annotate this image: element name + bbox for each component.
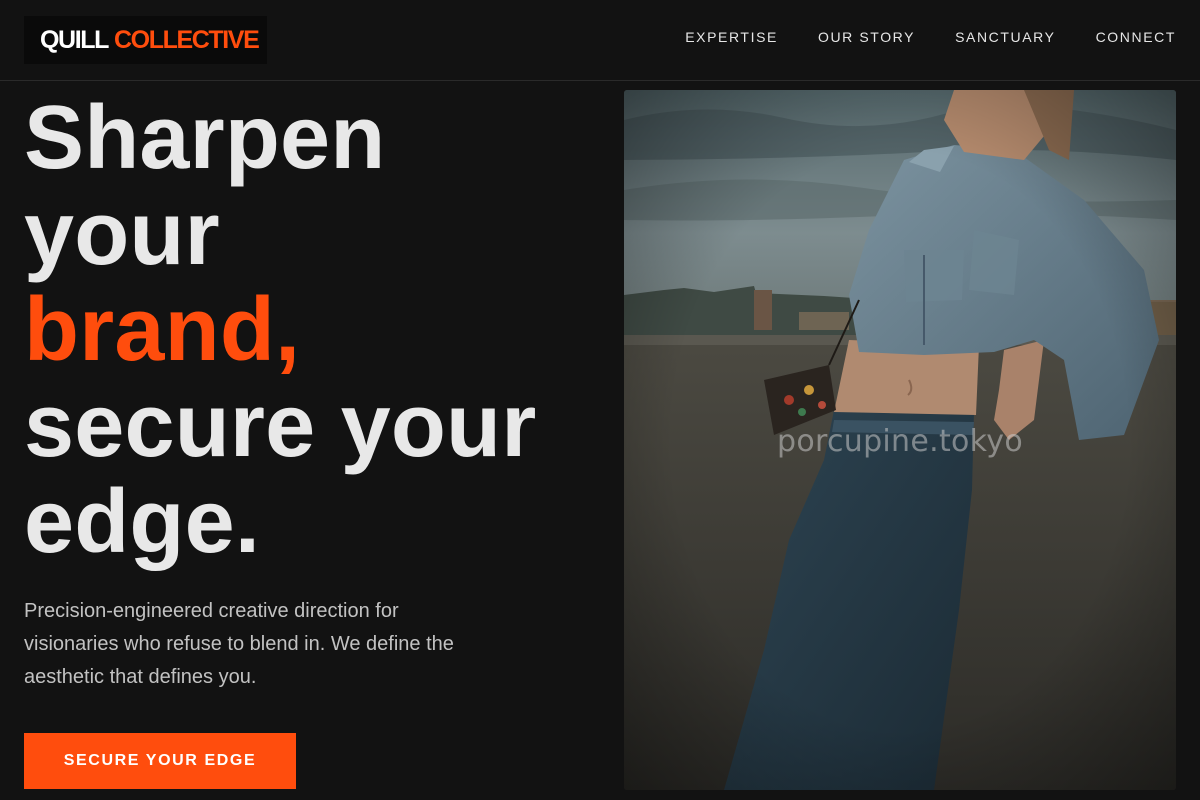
nav-link-our-story[interactable]: OUR STORY bbox=[818, 29, 915, 45]
brand-logo[interactable]: QUILL COLLECTIVE bbox=[24, 16, 267, 64]
hero-photo: porcupine.tokyo bbox=[624, 90, 1176, 790]
brand-name-accent: COLLECTIVE bbox=[114, 25, 260, 54]
hero-photo-illustration bbox=[624, 90, 1176, 790]
headline-line-4: secure your bbox=[24, 376, 537, 476]
site-header: QUILL COLLECTIVE EXPERTISE OUR STORY SAN… bbox=[0, 0, 1200, 81]
brand-name-primary: QUILL bbox=[40, 25, 109, 54]
headline-accent-word: brand, bbox=[24, 280, 301, 380]
secure-your-edge-button[interactable]: SECURE YOUR EDGE bbox=[24, 733, 296, 789]
headline-line-2: your bbox=[24, 184, 220, 284]
headline-line-5: edge. bbox=[24, 472, 261, 572]
hero-subtitle: Precision-engineered creative direction … bbox=[24, 600, 454, 688]
main-nav: EXPERTISE OUR STORY SANCTUARY CONNECT bbox=[685, 29, 1176, 45]
nav-link-connect[interactable]: CONNECT bbox=[1096, 29, 1176, 45]
headline-line-1: Sharpen bbox=[24, 88, 386, 188]
nav-link-sanctuary[interactable]: SANCTUARY bbox=[955, 29, 1056, 45]
nav-link-expertise[interactable]: EXPERTISE bbox=[685, 29, 778, 45]
hero-headline: Sharpen your brand, secure your edge. bbox=[24, 90, 536, 570]
